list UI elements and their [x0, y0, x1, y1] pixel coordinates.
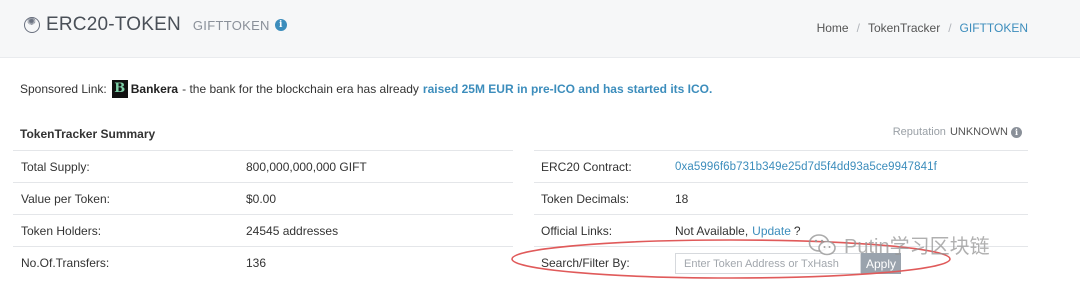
decimals-value: 18	[675, 191, 689, 206]
row-value: 24545 addresses	[246, 223, 339, 238]
row-label: Token Holders:	[21, 223, 102, 238]
breadcrumb-home[interactable]: Home	[817, 21, 849, 35]
breadcrumb-tokentracker[interactable]: TokenTracker	[868, 21, 940, 35]
page-header: ERC20-TOKEN GIFTTOKEN i Home / TokenTrac…	[0, 0, 1080, 58]
row-value: 136	[246, 255, 267, 270]
table-row: Token Holders: 24545 addresses	[13, 215, 513, 247]
sponsor-text: - the bank for the blockchain era has al…	[182, 82, 419, 96]
reputation-label: Reputation	[892, 126, 946, 138]
row-value: $0.00	[246, 191, 277, 206]
table-row: Token Decimals: 18	[534, 183, 1028, 215]
token-subtitle: GIFTTOKEN	[192, 17, 270, 33]
table-row: No.Of.Transfers: 136	[13, 247, 513, 278]
breadcrumb: Home / TokenTracker / GIFTTOKEN	[817, 21, 1028, 35]
bankera-logo-icon[interactable]: B	[111, 80, 128, 98]
token-name: ERC20-TOKEN	[46, 14, 181, 35]
breadcrumb-current: GIFTTOKEN	[959, 21, 1028, 35]
row-label: Value per Token:	[21, 191, 110, 206]
row-label: No.Of.Transfers:	[21, 255, 110, 270]
summary-title: TokenTracker Summary	[20, 127, 156, 141]
info-icon[interactable]: i	[1011, 126, 1022, 138]
breadcrumb-separator: /	[856, 21, 860, 35]
watermark-text: Putin学习区块链	[844, 236, 990, 258]
watermark: Putin学习区块链	[808, 230, 990, 259]
table-row: Value per Token: $0.00	[13, 183, 513, 215]
reputation-value: UNKNOWN	[949, 126, 1008, 138]
row-label: Total Supply:	[21, 159, 90, 174]
token-logo-icon	[24, 15, 40, 33]
row-value: 800,000,000,000 GIFT	[246, 159, 367, 174]
wechat-icon	[808, 233, 836, 255]
contract-label: ERC20 Contract:	[541, 159, 632, 174]
contract-address-link[interactable]: 0xa5996f6b731b349e25d7d5f4dd93a5ce994784…	[675, 161, 937, 173]
decimals-label: Token Decimals:	[541, 191, 630, 206]
sponsored-prefix: Sponsored Link:	[20, 82, 107, 96]
table-row: Total Supply: 800,000,000,000 GIFT	[13, 151, 513, 183]
sponsored-link: Sponsored Link: B Bankera - the bank for…	[20, 80, 712, 98]
info-icon[interactable]: i	[274, 19, 287, 31]
summary-table-left: Total Supply: 800,000,000,000 GIFT Value…	[13, 150, 513, 278]
sponsor-highlight-link[interactable]: raised 25M EUR in pre-ICO and has starte…	[423, 82, 712, 96]
reputation: Reputation UNKNOWN i	[893, 126, 1022, 138]
breadcrumb-separator: /	[948, 21, 952, 35]
table-row: ERC20 Contract: 0xa5996f6b731b349e25d7d5…	[534, 151, 1028, 183]
token-title-row: ERC20-TOKEN GIFTTOKEN i	[24, 14, 287, 36]
sponsor-brand[interactable]: Bankera	[131, 82, 178, 96]
